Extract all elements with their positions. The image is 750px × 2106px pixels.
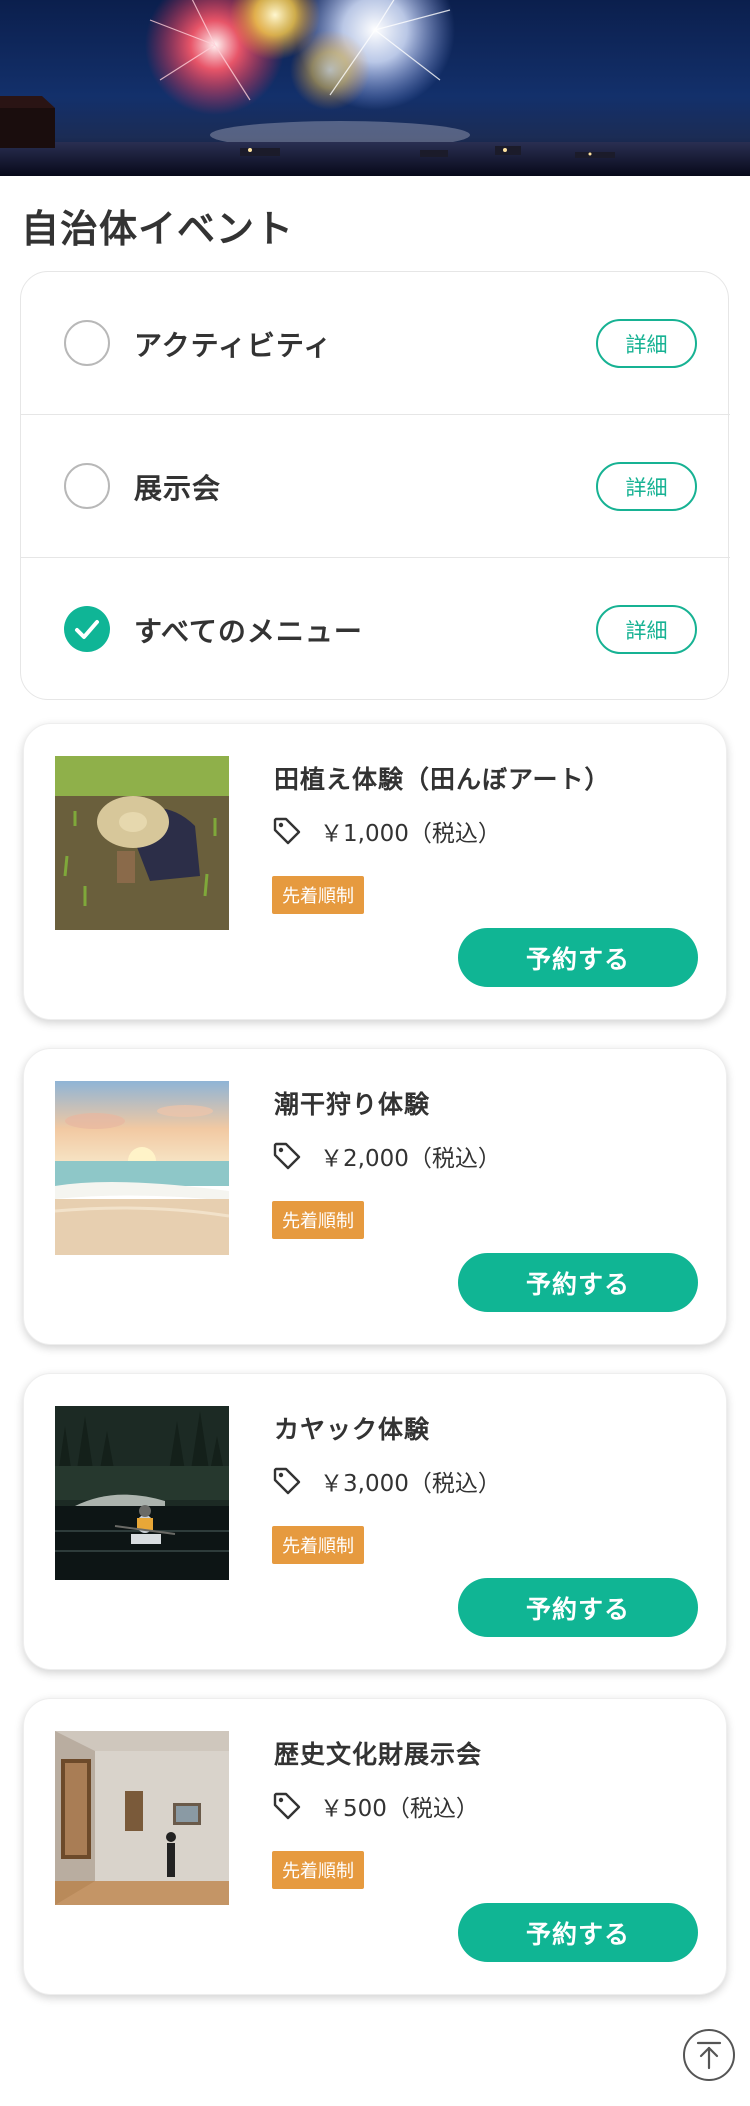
event-title: 潮干狩り体験	[274, 1090, 431, 1119]
tag-icon	[273, 1467, 301, 1495]
page-title: 自治体イベント	[21, 207, 295, 251]
filter-label: すべてのメニュー	[134, 615, 363, 648]
event-card: 歴史文化財展示会 ￥500（税込） 先着順制 予約する	[23, 1698, 727, 1995]
radio-unchecked-icon[interactable]	[64, 463, 110, 509]
filter-label: 展示会	[134, 472, 222, 505]
event-thumbnail	[55, 1081, 229, 1255]
price-row: ￥500（税込）	[272, 1789, 479, 1823]
radio-checked-icon[interactable]	[64, 606, 110, 652]
event-price: ￥1,000（税込）	[320, 821, 501, 847]
event-price: ￥500（税込）	[320, 1796, 479, 1822]
event-title: 歴史文化財展示会	[274, 1740, 483, 1769]
kayak-lake-photo	[55, 1406, 229, 1580]
detail-button[interactable]: 詳細	[596, 319, 697, 368]
hero-banner	[0, 0, 750, 176]
detail-button[interactable]: 詳細	[596, 462, 697, 511]
event-thumbnail	[55, 756, 229, 930]
beach-sunset-photo	[55, 1081, 229, 1255]
filter-option-activity[interactable]: アクティビティ 詳細	[21, 272, 730, 414]
price-row: ￥1,000（税込）	[272, 814, 501, 848]
check-icon	[75, 620, 99, 639]
event-thumbnail	[55, 1406, 229, 1580]
filter-option-all-menu[interactable]: すべてのメニュー 詳細	[21, 558, 730, 700]
museum-gallery-photo	[55, 1731, 229, 1905]
event-card: 潮干狩り体験 ￥2,000（税込） 先着順制 予約する	[23, 1048, 727, 1345]
reserve-button[interactable]: 予約する	[458, 1253, 698, 1312]
event-price: ￥3,000（税込）	[320, 1471, 501, 1497]
first-come-badge: 先着順制	[272, 876, 364, 914]
category-filter-list: アクティビティ 詳細 展示会 詳細 すべてのメニュー 詳細	[20, 271, 730, 700]
event-title: 田植え体験（田んぼアート）	[274, 765, 611, 794]
arrow-up-circle-icon[interactable]	[682, 2028, 736, 2082]
event-thumbnail	[55, 1731, 229, 1905]
tag-icon	[273, 817, 301, 845]
price-row: ￥2,000（税込）	[272, 1139, 501, 1173]
first-come-badge: 先着順制	[272, 1201, 364, 1239]
fireworks-image	[0, 0, 750, 176]
event-card: 田植え体験（田んぼアート） ￥1,000（税込） 先着順制 予約する	[23, 723, 727, 1020]
tag-icon	[273, 1792, 301, 1820]
event-price: ￥2,000（税込）	[320, 1146, 501, 1172]
reserve-button[interactable]: 予約する	[458, 928, 698, 987]
reserve-button[interactable]: 予約する	[458, 1903, 698, 1962]
price-row: ￥3,000（税込）	[272, 1464, 501, 1498]
filter-option-exhibition[interactable]: 展示会 詳細	[21, 415, 730, 557]
reserve-button[interactable]: 予約する	[458, 1578, 698, 1637]
filter-label: アクティビティ	[134, 329, 333, 362]
event-title: カヤック体験	[274, 1415, 431, 1444]
first-come-badge: 先着順制	[272, 1851, 364, 1889]
rice-planting-photo	[55, 756, 229, 930]
tag-icon	[273, 1142, 301, 1170]
first-come-badge: 先着順制	[272, 1526, 364, 1564]
detail-button[interactable]: 詳細	[596, 605, 697, 654]
event-card: カヤック体験 ￥3,000（税込） 先着順制 予約する	[23, 1373, 727, 1670]
radio-unchecked-icon[interactable]	[64, 320, 110, 366]
